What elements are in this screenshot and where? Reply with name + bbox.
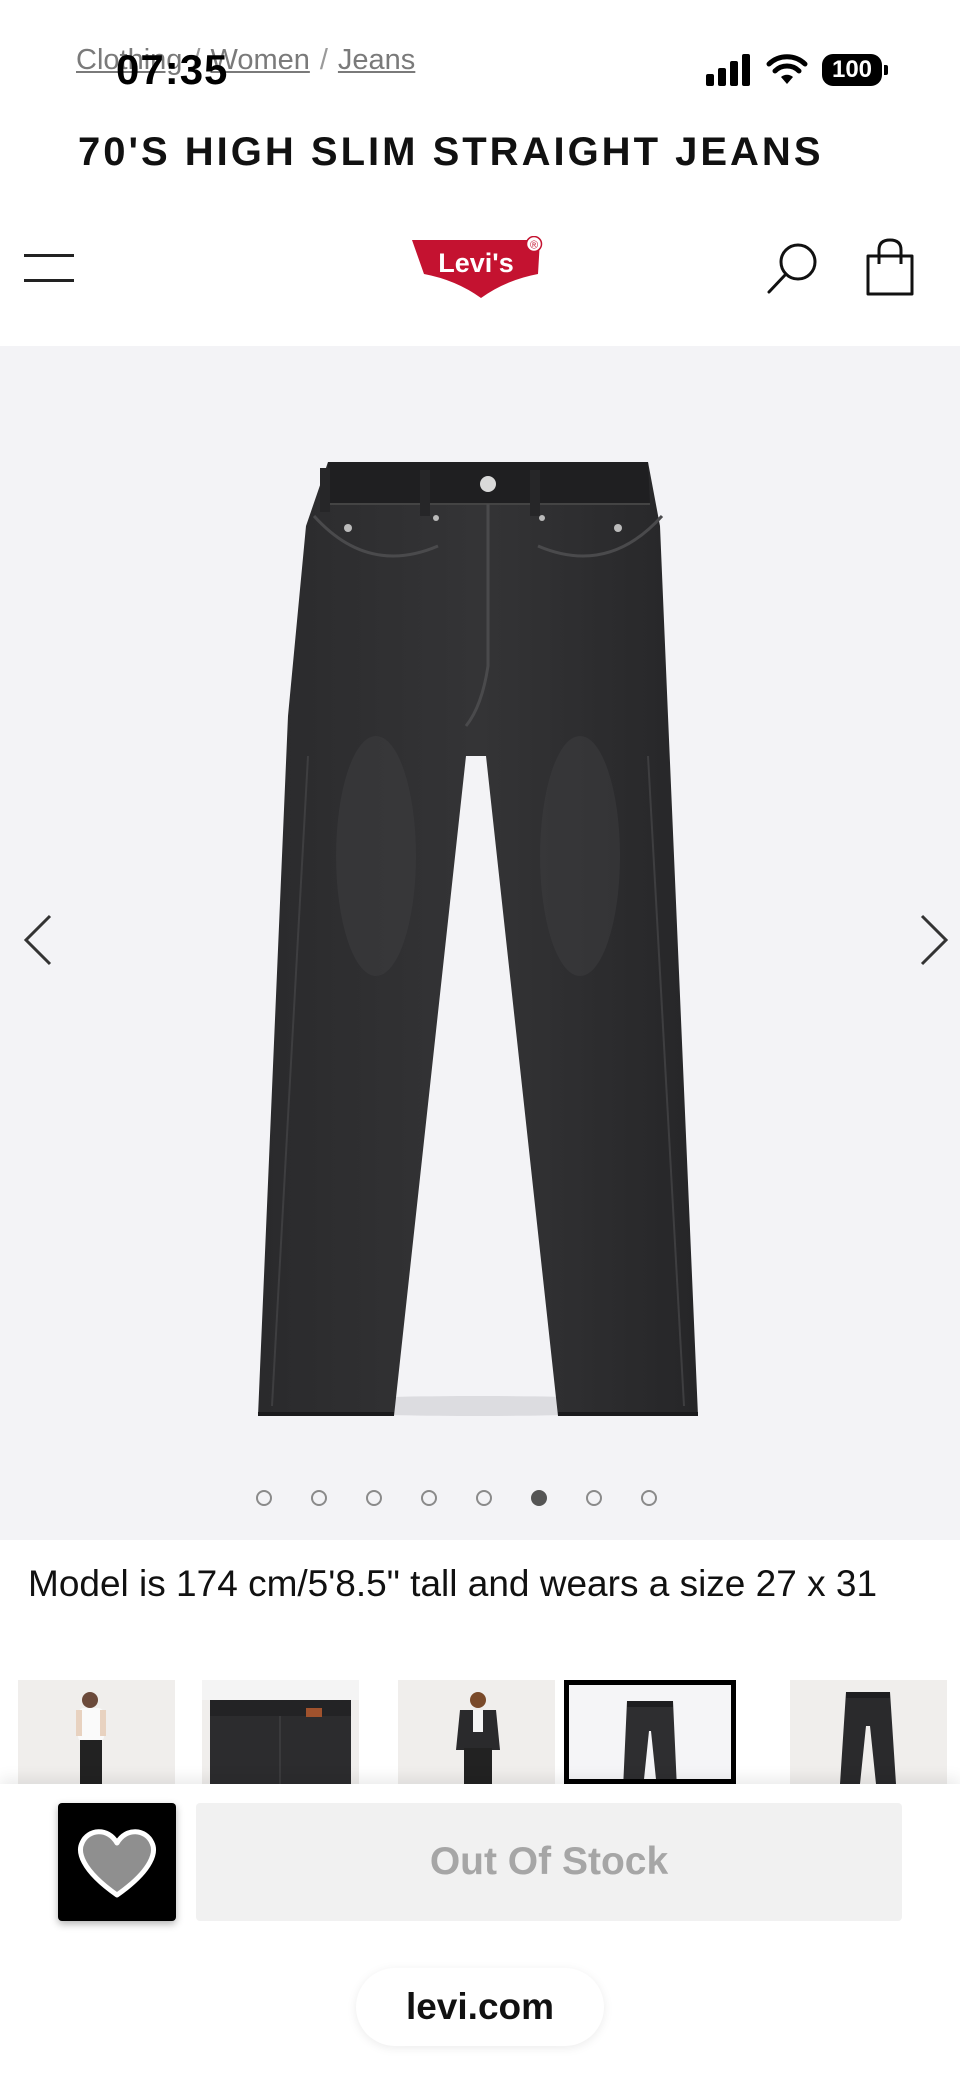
thumbnail-strip	[18, 1680, 960, 1784]
signal-icon	[706, 54, 750, 86]
pagination-dot[interactable]	[476, 1490, 492, 1506]
chevron-left-icon	[23, 914, 52, 966]
pagination-dot[interactable]	[256, 1490, 272, 1506]
levis-logo[interactable]: Levi's ®	[410, 235, 552, 300]
heart-icon	[78, 1829, 156, 1898]
previous-image-button[interactable]	[20, 912, 60, 968]
pagination-dot[interactable]	[366, 1490, 382, 1506]
next-image-button[interactable]	[912, 912, 952, 968]
hamburger-menu-icon	[24, 254, 74, 257]
wishlist-button[interactable]	[58, 1803, 176, 1921]
status-icons: 100	[706, 52, 888, 88]
pagination-dot[interactable]	[421, 1490, 437, 1506]
pagination-dot-active[interactable]	[531, 1490, 547, 1506]
pagination-dot[interactable]	[311, 1490, 327, 1506]
thumbnail-product-back[interactable]	[790, 1680, 947, 1784]
browser-url-bar[interactable]: levi.com	[356, 1968, 604, 2046]
search-icon	[767, 243, 817, 294]
search-button[interactable]	[765, 240, 821, 296]
registered-mark: ®	[530, 240, 538, 252]
thumbnail-model-jacket[interactable]	[398, 1680, 555, 1784]
breadcrumb-link-jeans[interactable]: Jeans	[338, 44, 415, 76]
chevron-right-icon	[920, 914, 949, 966]
pagination-dot[interactable]	[586, 1490, 602, 1506]
thumbnail-model-front[interactable]	[18, 1680, 175, 1784]
pagination-dot[interactable]	[641, 1490, 657, 1506]
status-time: 07:35	[116, 46, 229, 93]
gallery-pagination	[256, 1490, 657, 1506]
logo-text: Levi's	[438, 248, 513, 278]
cart-button[interactable]	[864, 238, 916, 296]
menu-button[interactable]	[24, 250, 74, 284]
thumbnail-product-front[interactable]	[564, 1680, 736, 1784]
product-image	[258, 462, 698, 1416]
battery-indicator: 100	[822, 54, 888, 86]
wifi-icon	[766, 54, 808, 84]
model-size-info: Model is 174 cm/5'8.5" tall and wears a …	[28, 1563, 878, 1604]
out-of-stock-button[interactable]: Out Of Stock	[196, 1803, 902, 1921]
thumbnail-model-back[interactable]	[202, 1680, 359, 1784]
breadcrumb-separator: /	[319, 44, 328, 76]
product-title: 70'S HIGH SLIM STRAIGHT JEANS	[78, 130, 824, 174]
shopping-bag-icon	[866, 238, 914, 296]
